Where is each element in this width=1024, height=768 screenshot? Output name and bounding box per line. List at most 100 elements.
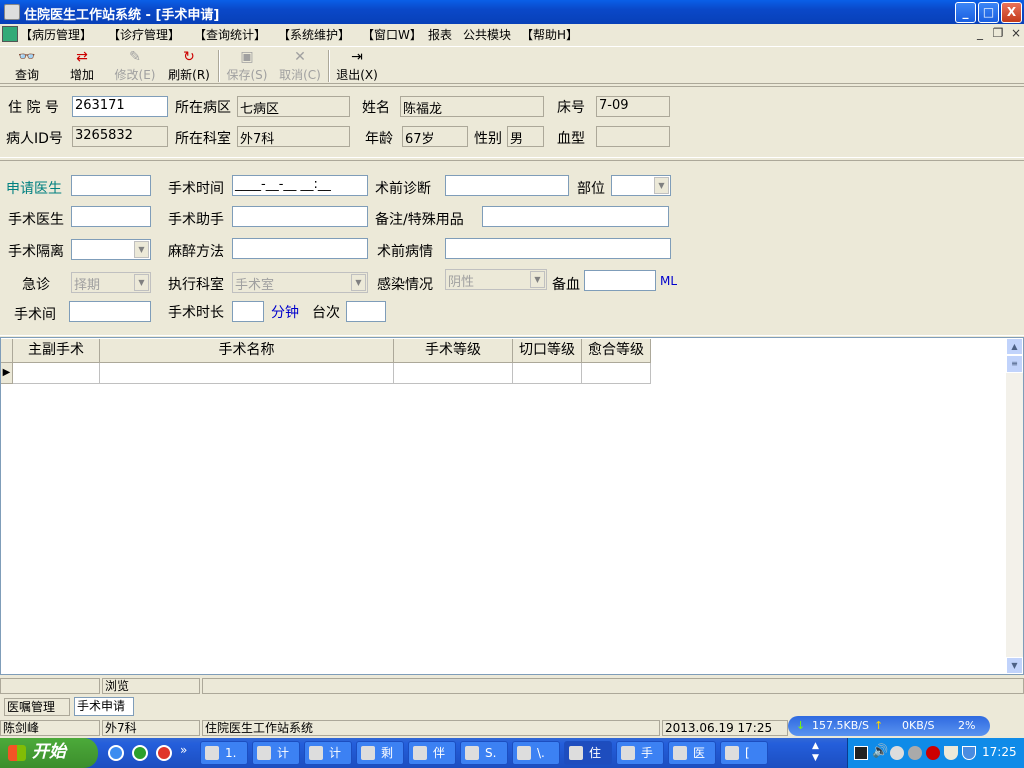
sex-field: 男 — [507, 126, 544, 147]
menu-item-public[interactable]: 公共模块 — [463, 26, 511, 43]
assistant-field[interactable] — [232, 206, 368, 227]
column-header[interactable]: 手术名称 — [100, 339, 394, 363]
menu-item-treatment[interactable]: 【诊疗管理】 — [108, 26, 180, 43]
op-time-field[interactable]: ____-__-__ __:__ — [232, 175, 368, 196]
edit-button[interactable]: ✎ 修改(E) — [112, 49, 158, 83]
taskbar-task[interactable]: 医 — [668, 741, 716, 765]
surgery-grid[interactable]: 主副手术 手术名称 手术等级 切口等级 愈合等级 ▶ ▲ ≡ ▼ — [0, 337, 1024, 675]
add-record-icon: ⇄ — [76, 49, 88, 65]
grid-cell[interactable] — [13, 363, 100, 384]
start-button[interactable]: 开始 — [0, 738, 98, 768]
window-icon — [569, 746, 583, 760]
taskbar-task[interactable]: 1. — [200, 741, 248, 765]
window-icon — [413, 746, 427, 760]
emergency-select[interactable]: 择期 ▼ — [71, 272, 151, 293]
window-icon — [465, 746, 479, 760]
grid-cell[interactable] — [394, 363, 513, 384]
site-select[interactable]: ▼ — [611, 175, 671, 196]
taskbar-task[interactable]: S. — [460, 741, 508, 765]
menu-item-records[interactable]: 【病历管理】 — [20, 26, 92, 43]
vertical-scrollbar[interactable]: ▲ ≡ ▼ — [1006, 338, 1023, 674]
browser-icon[interactable] — [108, 745, 124, 761]
surgeon-field[interactable] — [71, 206, 151, 227]
mdi-restore-button[interactable]: ❐ — [990, 26, 1006, 42]
pre-diagnosis-field[interactable] — [445, 175, 569, 196]
duration-field[interactable] — [232, 301, 264, 322]
duration-label: 手术时长 — [168, 305, 224, 321]
maximize-button[interactable]: □ — [978, 2, 999, 23]
menu-item-query[interactable]: 【查询统计】 — [194, 26, 266, 43]
anesthesia-field[interactable] — [232, 238, 368, 259]
taskbar-task[interactable]: 手 — [616, 741, 664, 765]
taskbar-task[interactable]: 计 — [304, 741, 352, 765]
column-header[interactable]: 愈合等级 — [582, 339, 651, 363]
taskbar-task[interactable]: 计 — [252, 741, 300, 765]
admission-no-field[interactable]: 263171 — [72, 96, 168, 117]
duration-unit-label: 分钟 — [271, 305, 299, 321]
isolation-select[interactable]: ▼ — [71, 239, 151, 260]
menu-item-window[interactable]: 【窗口W】 — [362, 26, 422, 43]
app-icon[interactable] — [156, 745, 172, 761]
save-button[interactable]: ▣ 保存(S) — [224, 49, 270, 83]
menu-item-maintenance[interactable]: 【系统维护】 — [278, 26, 350, 43]
taskbar-task[interactable]: [ — [720, 741, 768, 765]
grid-cell[interactable] — [582, 363, 651, 384]
menu-item-reports[interactable]: 报表 — [428, 26, 452, 43]
taskbar-task[interactable]: 剩 — [356, 741, 404, 765]
chevron-down-icon: ▼ — [134, 241, 149, 258]
window-icon — [725, 746, 739, 760]
window-titlebar[interactable]: 住院医生工作站系统 - [手术申请] _ □ X — [0, 0, 1024, 24]
browser-icon[interactable] — [132, 745, 148, 761]
stop-icon[interactable] — [926, 746, 940, 760]
chevron-down-icon: ▼ — [530, 271, 545, 288]
mdi-close-button[interactable]: × — [1008, 26, 1024, 42]
grid-cell[interactable] — [100, 363, 394, 384]
scroll-up-icon[interactable]: ▲ — [1006, 338, 1023, 355]
refresh-icon: ↻ — [183, 49, 195, 65]
mdi-minimize-button[interactable]: _ — [972, 26, 988, 42]
column-header[interactable]: 主副手术 — [13, 339, 100, 363]
column-header[interactable]: 切口等级 — [513, 339, 582, 363]
table-no-field[interactable] — [346, 301, 386, 322]
blood-type-field — [596, 126, 670, 147]
grid-cell[interactable] — [513, 363, 582, 384]
column-header[interactable]: 手术等级 — [394, 339, 513, 363]
taskbar-scroll-icon[interactable]: ▲ ▼ — [812, 740, 819, 764]
cancel-button[interactable]: ✕ 取消(C) — [277, 49, 323, 83]
remark-field[interactable] — [482, 206, 669, 227]
tab-orders[interactable]: 医嘱管理 — [4, 698, 70, 716]
quicklaunch-more-icon[interactable]: » — [180, 743, 187, 757]
add-button[interactable]: ⇄ 增加 — [64, 49, 100, 83]
room-field[interactable] — [69, 301, 151, 322]
taskbar-task-active[interactable]: 住 — [564, 741, 612, 765]
applicant-field[interactable] — [71, 175, 151, 196]
app-tray-icon[interactable] — [908, 746, 922, 760]
shield-icon[interactable] — [944, 746, 958, 760]
minimize-button[interactable]: _ — [955, 2, 976, 23]
scroll-thumb[interactable]: ≡ — [1006, 355, 1023, 373]
exec-dept-select[interactable]: 手术室 ▼ — [232, 272, 368, 293]
taskbar-task[interactable]: \. — [512, 741, 560, 765]
close-button[interactable]: X — [1001, 2, 1022, 23]
clock[interactable]: 17:25 — [982, 745, 1017, 759]
security-shield-icon[interactable] — [962, 746, 976, 760]
scroll-down-icon[interactable]: ▼ — [1006, 657, 1023, 674]
tab-surgery-request[interactable]: 手术申请 — [74, 697, 134, 716]
volume-icon[interactable]: 🔊 — [872, 744, 888, 759]
exit-button[interactable]: ⇥ 退出(X) — [334, 49, 380, 83]
monitor-icon[interactable] — [854, 746, 868, 760]
query-button[interactable]: 👓 查询 — [10, 49, 44, 83]
pre-condition-field[interactable] — [445, 238, 671, 259]
pre-condition-label: 术前病情 — [377, 244, 433, 260]
refresh-button[interactable]: ↻ 刷新(R) — [166, 49, 212, 83]
menu-item-help[interactable]: 【帮助H】 — [521, 26, 578, 43]
taskbar-task[interactable]: 伴 — [408, 741, 456, 765]
room-label: 手术间 — [14, 307, 56, 323]
settings-icon[interactable] — [890, 746, 904, 760]
blood-prep-field[interactable] — [584, 270, 656, 291]
sex-label: 性别 — [474, 131, 502, 147]
network-monitor[interactable]: ↓ 157.5KB/S ↑ 0KB/S 2% — [788, 716, 990, 736]
admission-no-label: 住 院 号 — [8, 100, 59, 116]
bed-field: 7-09 — [596, 96, 670, 117]
infection-select[interactable]: 阴性 ▼ — [445, 269, 547, 290]
